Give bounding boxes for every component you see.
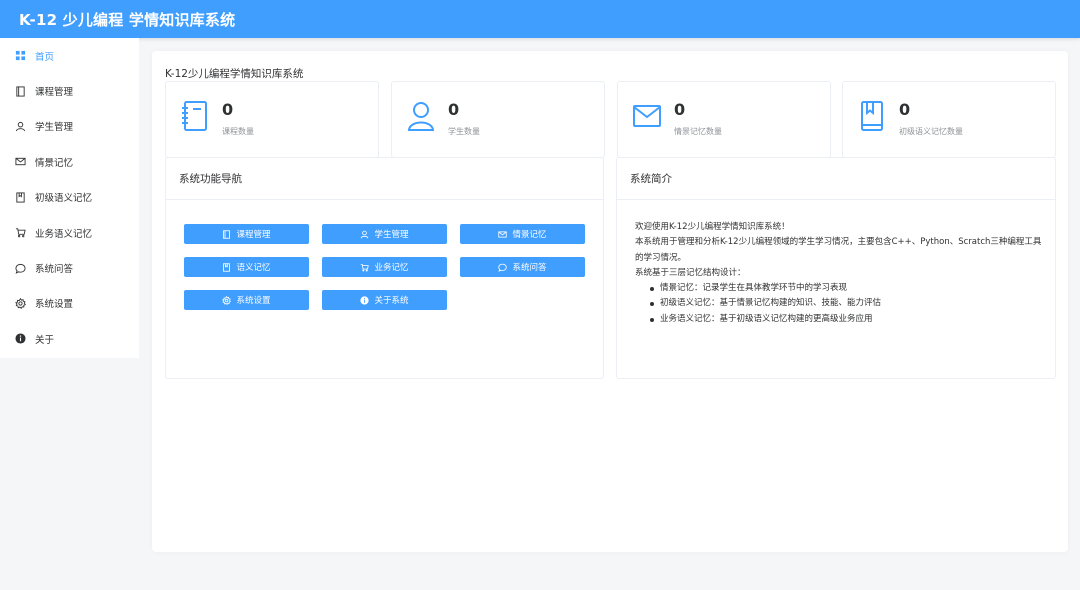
gear-icon	[15, 297, 26, 309]
sidebar-item-system-qa[interactable]: 系统问答	[0, 250, 139, 285]
stat-card-courses: 0 课程数量	[165, 81, 379, 158]
notebook-icon	[15, 86, 26, 97]
mail-icon	[498, 230, 508, 239]
nav-button-label: 系统设置	[236, 296, 271, 306]
nav-button-label: 课程管理	[236, 230, 271, 240]
bookmark-book-icon	[15, 192, 26, 203]
stat-label: 学生数量	[448, 127, 480, 136]
intro-bullet-list: 情景记忆：记录学生在具体教学环节中的学习表现 初级语义记忆：基于情景记忆构建的知…	[635, 281, 1045, 327]
sidebar-item-episodic-memory[interactable]: 情景记忆	[0, 144, 139, 179]
bookmark-book-icon	[857, 100, 887, 132]
sidebar-item-business-semantic-memory[interactable]: 业务语义记忆	[0, 215, 139, 250]
intro-welcome: 欢迎使用K-12少儿编程学情知识库系统！	[635, 222, 790, 232]
sidebar-item-label: 情景记忆	[35, 157, 74, 169]
panel-title: 系统简介	[617, 158, 1055, 200]
chat-icon	[15, 263, 26, 274]
sidebar-item-label: 首页	[35, 51, 55, 63]
sidebar-item-label: 学生管理	[35, 122, 74, 134]
sidebar-item-label: 系统设置	[35, 299, 74, 311]
main-content: K-12少儿编程学情知识库系统 0 课程数量 0 学生数量 0 情景记忆数量 0…	[152, 51, 1068, 552]
nav-button-label: 学生管理	[374, 230, 409, 240]
nav-button-label: 关于系统	[374, 296, 409, 306]
bookmark-book-icon	[222, 262, 231, 272]
sidebar-item-label: 初级语义记忆	[35, 193, 93, 205]
stat-label: 初级语义记忆数量	[899, 127, 963, 136]
intro-architecture: 系统基于三层记忆结构设计：	[635, 267, 746, 278]
nav-button-label: 系统问答	[512, 263, 547, 273]
cart-icon	[360, 263, 370, 272]
nav-button-about[interactable]: 关于系统	[322, 290, 447, 310]
sidebar-item-label: 系统问答	[35, 264, 74, 276]
stat-value: 0	[222, 100, 234, 119]
user-icon	[15, 121, 26, 132]
stat-card-students: 0 学生数量	[391, 81, 605, 158]
list-item: 情景记忆：记录学生在具体教学环节中的学习表现	[650, 281, 1045, 296]
sidebar-item-about[interactable]: 关于	[0, 321, 139, 356]
grid-icon	[15, 50, 26, 61]
nav-button-label: 语义记忆	[236, 263, 271, 273]
stat-card-episodic-memories: 0 情景记忆数量	[617, 81, 831, 158]
list-item: 初级语义记忆：基于情景记忆构建的知识、技能、能力评估	[650, 296, 1045, 311]
top-bar: K-12 少儿编程 学情知识库系统	[0, 0, 1080, 38]
stat-card-primary-semantic-memories: 0 初级语义记忆数量	[842, 81, 1056, 158]
chat-icon	[498, 263, 508, 272]
gear-icon	[222, 295, 232, 305]
sidebar-item-course-management[interactable]: 课程管理	[0, 73, 139, 108]
stat-value: 0	[674, 100, 686, 119]
system-intro-panel: 系统简介 欢迎使用K-12少儿编程学情知识库系统！ 本系统用于管理和分析K-12…	[616, 157, 1056, 379]
function-nav-panel: 系统功能导航 课程管理 学生管理 情景记忆 语义记忆 业务记忆 系统问答 系统设…	[165, 157, 604, 379]
nav-button-system-qa[interactable]: 系统问答	[460, 257, 585, 277]
stat-value: 0	[448, 100, 460, 119]
nav-button-label: 情景记忆	[512, 230, 547, 240]
user-icon	[406, 100, 436, 132]
mail-icon	[15, 156, 26, 167]
notebook-icon	[180, 100, 210, 132]
page-title: K-12少儿编程学情知识库系统	[165, 68, 304, 80]
sidebar-item-label: 业务语义记忆	[35, 228, 93, 240]
intro-text: 欢迎使用K-12少儿编程学情知识库系统！ 本系统用于管理和分析K-12少儿编程领…	[635, 220, 1045, 327]
nav-button-course-management[interactable]: 课程管理	[184, 224, 309, 244]
cart-icon	[15, 227, 26, 238]
panel-title: 系统功能导航	[166, 158, 603, 200]
stat-value: 0	[899, 100, 911, 119]
list-item: 业务语义记忆：基于初级语义记忆构建的更高级业务应用	[650, 312, 1045, 327]
sidebar-item-home[interactable]: 首页	[0, 38, 139, 73]
stat-label: 情景记忆数量	[674, 127, 722, 136]
nav-button-semantic-memory[interactable]: 语义记忆	[184, 257, 309, 277]
sidebar-item-student-management[interactable]: 学生管理	[0, 109, 139, 144]
nav-button-label: 业务记忆	[374, 263, 409, 273]
user-icon	[360, 230, 369, 239]
info-icon	[360, 295, 370, 305]
info-icon	[15, 333, 26, 344]
nav-button-episodic-memory[interactable]: 情景记忆	[460, 224, 585, 244]
sidebar-item-primary-semantic-memory[interactable]: 初级语义记忆	[0, 180, 139, 215]
mail-icon	[632, 100, 662, 132]
sidebar-item-system-settings[interactable]: 系统设置	[0, 286, 139, 321]
stat-label: 课程数量	[222, 127, 254, 136]
sidebar-menu: 首页 课程管理 学生管理 情景记忆 初级语义记忆 业务语义记忆 系统问答 系统设…	[0, 38, 139, 358]
nav-button-business-memory[interactable]: 业务记忆	[322, 257, 447, 277]
nav-button-system-settings[interactable]: 系统设置	[184, 290, 309, 310]
sidebar-item-label: 关于	[35, 334, 55, 346]
sidebar-item-label: 课程管理	[35, 87, 74, 99]
app-title: K-12 少儿编程 学情知识库系统	[19, 10, 236, 29]
notebook-icon	[222, 229, 231, 239]
nav-button-student-management[interactable]: 学生管理	[322, 224, 447, 244]
intro-description: 本系统用于管理和分析K-12少儿编程领域的学生学习情况，主要包含C++、Pyth…	[635, 237, 1042, 263]
